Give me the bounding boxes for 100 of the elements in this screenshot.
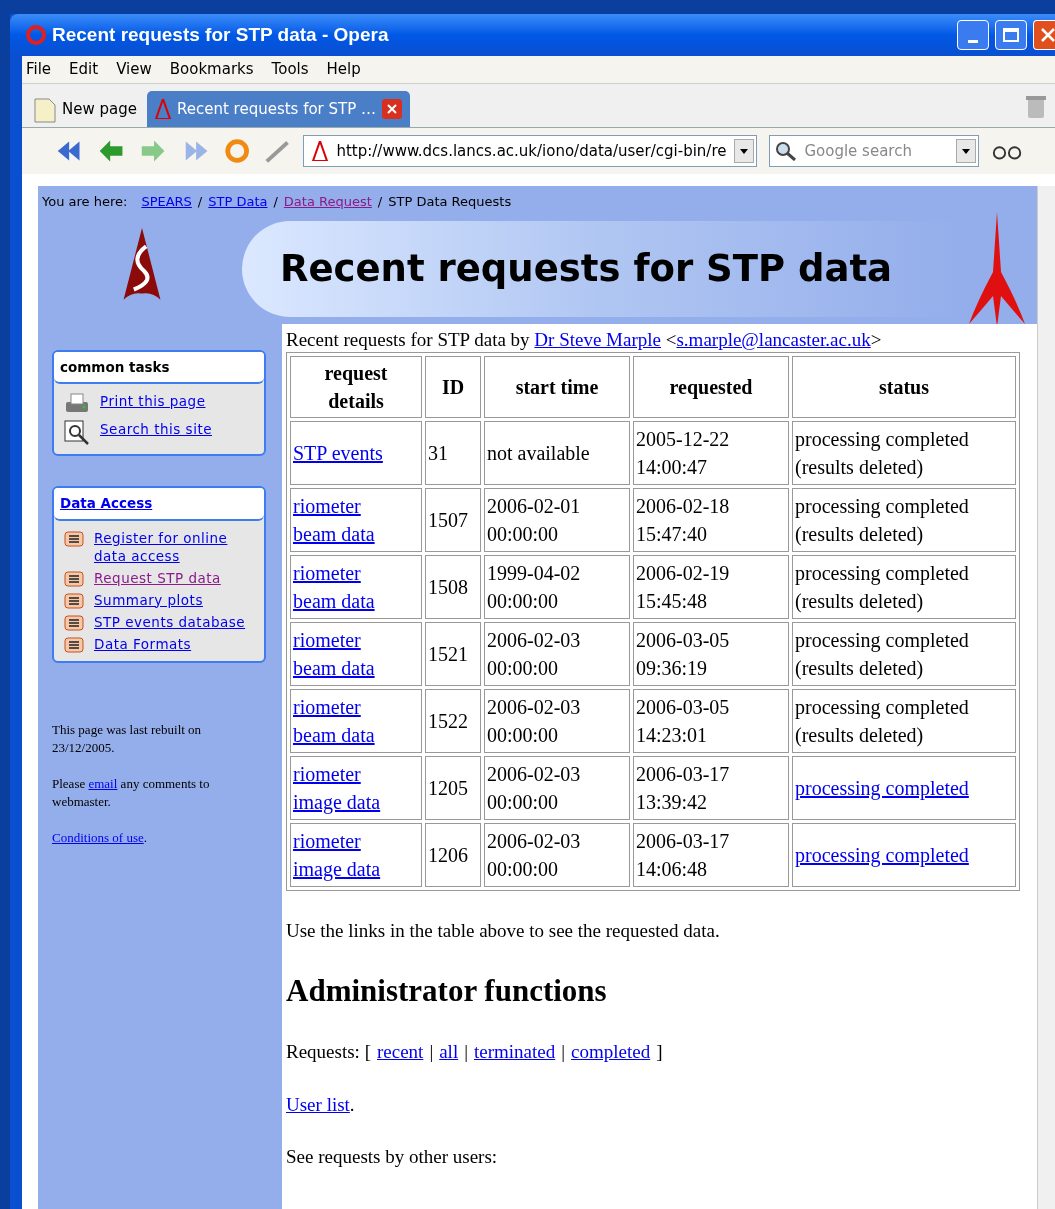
menu-item[interactable]: Help: [326, 58, 361, 81]
table-cell: not available: [484, 421, 630, 485]
table-cell: 1205: [425, 756, 481, 820]
sidebar-link[interactable]: Data Formats: [94, 634, 192, 653]
link-separator: |: [429, 1040, 434, 1064]
sidebar-link[interactable]: Print this page: [100, 392, 206, 411]
table-cell: 2006-02-03 00:00:00: [484, 823, 630, 887]
menu-item[interactable]: Bookmarks: [169, 58, 254, 81]
email-link[interactable]: s.marple@lancaster.ac.uk: [676, 329, 871, 350]
list-icon: [64, 530, 84, 547]
conditions-link[interactable]: Conditions of use: [52, 829, 144, 845]
table-cell: 2006-02-03 00:00:00: [484, 689, 630, 753]
close-icon: [1041, 28, 1055, 42]
requests-link[interactable]: completed: [571, 1038, 651, 1067]
sidebar-link[interactable]: Register for online data access: [94, 528, 254, 565]
breadcrumb-current: STP Data Requests: [388, 193, 512, 211]
table-cell: 2006-02-19 15:45:48: [633, 555, 789, 619]
column-header: start time: [484, 356, 630, 418]
table-cell: 2006-03-17 14:06:48: [633, 823, 789, 887]
section-heading: Administrator functions: [286, 971, 608, 1010]
table-cell: 2006-03-17 13:39:42: [633, 756, 789, 820]
table-cell: 31: [425, 421, 481, 485]
breadcrumb-link[interactable]: Data Request: [283, 192, 372, 212]
link-separator: |: [464, 1040, 468, 1064]
author-link[interactable]: Dr Steve Marple: [534, 329, 661, 350]
column-header: request details: [290, 356, 422, 418]
table-cell: processing completed (results deleted): [792, 488, 1016, 552]
dropdown-button[interactable]: [955, 139, 976, 163]
column-header: requested: [633, 356, 789, 418]
tower-icon: [154, 99, 171, 119]
search-icon: [775, 141, 798, 161]
user-list-text: User list.: [286, 1092, 356, 1117]
table-cell: processing completed (results deleted): [792, 689, 1016, 753]
menu-item[interactable]: File: [26, 58, 52, 81]
caret-icon: [740, 148, 749, 154]
sidebar-link[interactable]: Summary plots: [94, 590, 203, 609]
address-field[interactable]: http://www.dcs.lancs.ac.uk/iono/data/user/cgi-bin/re: [303, 135, 758, 167]
table-cell: 2006-03-05 09:36:19: [633, 622, 789, 686]
tab[interactable]: New page: [30, 91, 141, 127]
table-cell: 2006-02-18 15:47:40: [633, 488, 789, 552]
column-header: ID: [425, 356, 481, 418]
close-button[interactable]: [1033, 20, 1055, 50]
tab[interactable]: Recent requests for STP …: [146, 91, 411, 127]
table-cell: 1999-04-02 00:00:00: [484, 555, 630, 619]
app-icon: [26, 25, 46, 45]
breadcrumb-link[interactable]: STP Data: [208, 192, 268, 212]
table-cell: 1507: [425, 488, 481, 552]
menu-item[interactable]: Tools: [271, 58, 309, 81]
table-cell: 2006-02-03 00:00:00: [484, 622, 630, 686]
menu-item[interactable]: View: [116, 58, 152, 81]
panel-title: common tasks: [60, 359, 170, 375]
list-icon: [64, 592, 84, 609]
dropdown-button[interactable]: [734, 139, 755, 163]
table-cell: processing completed (results deleted): [792, 555, 1016, 619]
sidebar-link[interactable]: Request STP data: [94, 568, 221, 587]
list-icon: [64, 636, 84, 653]
table-cell: 1522: [425, 689, 481, 753]
reload-icon[interactable]: [222, 136, 252, 166]
window-title: Recent requests for STP data - Opera: [52, 22, 390, 47]
breadcrumb-link[interactable]: SPEARS: [141, 192, 192, 212]
page-title: Recent requests for STP data: [280, 246, 893, 293]
email-link[interactable]: email: [88, 775, 118, 791]
requests-link[interactable]: all: [439, 1038, 459, 1067]
table-cell: processing completed (results deleted): [792, 421, 1016, 485]
maximize-button[interactable]: [995, 20, 1027, 50]
maximize-icon: [1003, 28, 1019, 42]
minimize-icon: [968, 40, 978, 43]
table-cell: 1521: [425, 622, 481, 686]
breadcrumb-label: You are here:: [42, 193, 128, 211]
conditions-note: Conditions of use.: [52, 828, 148, 847]
list-icon: [64, 570, 84, 587]
column-header: status: [792, 356, 1016, 418]
menu-item[interactable]: Edit: [69, 58, 99, 81]
minimize-button[interactable]: [957, 20, 989, 50]
table-cell: processing completed (results deleted): [792, 622, 1016, 686]
table-cell: 2006-03-05 14:23:01: [633, 689, 789, 753]
user-list-link[interactable]: User list: [286, 1093, 350, 1115]
tower-icon: [312, 141, 329, 161]
table-cell: 2006-02-01 00:00:00: [484, 488, 630, 552]
sidebar-link[interactable]: STP events database: [94, 612, 246, 631]
table-cell: 1206: [425, 823, 481, 887]
breadcrumb-separator: /: [377, 193, 383, 211]
close-tab-icon[interactable]: [382, 99, 403, 119]
requests-link[interactable]: recent: [376, 1038, 424, 1067]
requests-link[interactable]: terminated: [474, 1038, 556, 1067]
trash-icon[interactable]: [1025, 95, 1047, 119]
intro-text: Recent requests for STP data by Dr Steve Marple <s.marple@lancaster.ac.uk>: [286, 328, 883, 352]
sidebar-link[interactable]: Search this site: [100, 420, 212, 439]
page-icon: [34, 95, 56, 123]
note-text: Use the links in the table above to see the requested data.: [286, 919, 721, 943]
requests-end: ]: [656, 1040, 663, 1064]
list-icon: [64, 614, 84, 631]
search-field[interactable]: Google search: [769, 135, 979, 167]
link-separator: |: [561, 1040, 566, 1064]
contact-note: Please email any comments to webmaster.: [52, 774, 211, 811]
breadcrumb-separator: /: [273, 193, 278, 211]
others-text: See requests by other users:: [286, 1145, 499, 1169]
magnifier-icon: [64, 420, 90, 447]
table-cell: 2006-02-03 00:00:00: [484, 756, 630, 820]
requests-label: Requests: [: [286, 1040, 371, 1064]
